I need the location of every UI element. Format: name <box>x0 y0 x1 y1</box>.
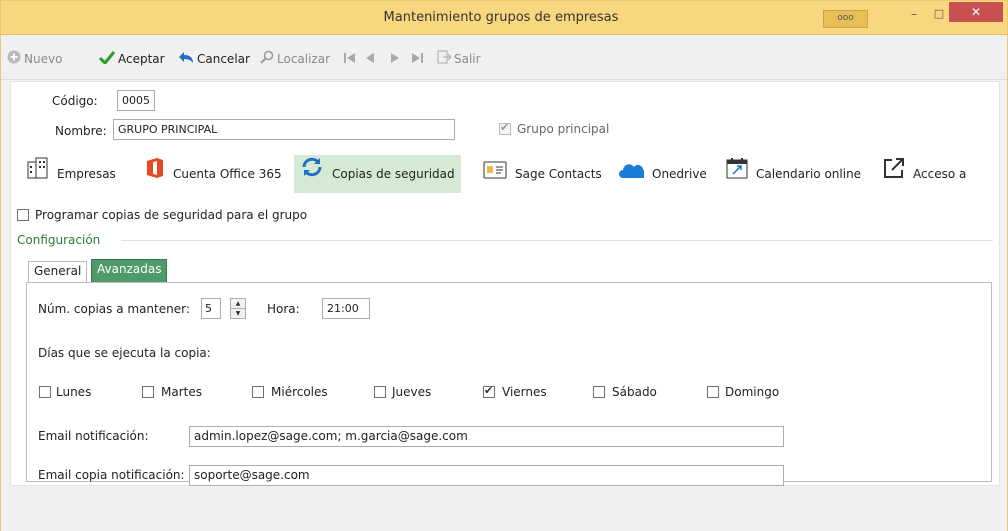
previous-icon <box>365 51 375 69</box>
nav-onedrive[interactable]: Onedrive <box>612 155 713 193</box>
form-area: Código: 0005 Nombre: GRUPO PRINCIPAL Gru… <box>10 81 1000 486</box>
calendar-icon <box>726 156 748 194</box>
day-lunes-checkbox[interactable] <box>39 386 51 398</box>
codigo-label: Código: <box>52 94 98 108</box>
configuracion-divider <box>121 240 993 241</box>
day-jueves-checkbox[interactable] <box>374 386 386 398</box>
cloud-icon <box>618 156 647 194</box>
day-jueves-label: Jueves <box>392 385 432 399</box>
nombre-label: Nombre: <box>55 124 107 138</box>
avanzadas-panel: Núm. copias a mantener: 5 ▲ ▼ Hora: 21:00… <box>26 282 992 486</box>
nav-cuenta-office-label: Cuenta Office 365 <box>173 167 282 181</box>
nav-copias-seguridad-label: Copias de seguridad <box>332 167 455 181</box>
day-domingo-checkbox[interactable] <box>707 386 719 398</box>
email-notificacion-input[interactable]: admin.lopez@sage.com; m.garcia@sage.com <box>189 426 784 447</box>
tab-general[interactable]: General <box>28 261 88 282</box>
plus-circle-icon <box>7 50 21 69</box>
aceptar-button[interactable]: Aceptar <box>98 50 165 69</box>
exit-icon <box>437 50 452 69</box>
num-copias-input[interactable]: 5 <box>201 298 221 319</box>
minimize-button[interactable]: – <box>904 7 924 21</box>
day-sabado-checkbox[interactable] <box>593 386 605 398</box>
salir-button[interactable]: Salir <box>437 50 481 68</box>
cancelar-label: Cancelar <box>197 52 250 66</box>
cancelar-button[interactable]: Cancelar <box>178 50 250 68</box>
office-icon <box>145 156 165 194</box>
nav-calendario[interactable]: Calendario online <box>720 155 867 193</box>
email-copia-input[interactable]: soporte@sage.com <box>189 465 784 486</box>
next-icon <box>390 51 400 69</box>
nuevo-label: Nuevo <box>24 52 63 66</box>
localizar-button[interactable]: Localizar <box>260 50 330 68</box>
nav-calendario-label: Calendario online <box>756 167 862 181</box>
nav-cuenta-office[interactable]: Cuenta Office 365 <box>139 155 288 193</box>
undo-arrow-icon <box>178 50 194 69</box>
day-miercoles-label: Miércoles <box>271 385 328 399</box>
configuracion-heading: Configuración <box>17 233 101 247</box>
nuevo-button[interactable]: Nuevo <box>7 50 62 68</box>
previous-record-button[interactable] <box>365 50 378 68</box>
aceptar-label: Aceptar <box>118 52 165 66</box>
stepper-down-icon[interactable]: ▼ <box>231 309 245 319</box>
day-sabado-label: Sábado <box>612 385 657 399</box>
nav-sage-contacts[interactable]: Sage Contacts <box>477 155 608 193</box>
day-martes-label: Martes <box>161 385 202 399</box>
num-copias-stepper[interactable]: ▲ ▼ <box>230 298 246 319</box>
programar-copias-label: Programar copias de seguridad para el gr… <box>35 208 308 222</box>
sync-icon <box>300 155 324 194</box>
day-viernes-checkbox[interactable] <box>483 384 495 398</box>
grupo-principal-checkbox[interactable] <box>499 121 511 135</box>
programar-copias-checkbox[interactable] <box>17 209 29 221</box>
app-window: Mantenimiento grupos de empresas ooo – □… <box>0 0 1008 531</box>
building-icon <box>27 156 49 194</box>
nombre-input[interactable]: GRUPO PRINCIPAL <box>113 119 455 140</box>
checkmark-icon <box>98 50 116 69</box>
day-miercoles-checkbox[interactable] <box>252 386 264 398</box>
email-copia-label: Email copia notificación: <box>38 468 185 482</box>
search-icon <box>260 50 274 69</box>
close-button[interactable]: ✕ <box>949 2 1003 22</box>
stepper-up-icon[interactable]: ▲ <box>231 299 245 309</box>
first-record-button[interactable] <box>344 50 359 68</box>
title-bar: Mantenimiento grupos de empresas ooo – □… <box>1 1 1007 35</box>
num-copias-label: Núm. copias a mantener: <box>38 302 190 316</box>
nav-copias-seguridad[interactable]: Copias de seguridad <box>294 155 461 193</box>
window-dots-button[interactable]: ooo <box>823 10 868 28</box>
maximize-button[interactable]: □ <box>929 7 949 21</box>
day-lunes-label: Lunes <box>56 385 92 399</box>
external-link-icon <box>883 156 905 194</box>
localizar-label: Localizar <box>277 52 331 66</box>
dias-label: Días que se ejecuta la copia: <box>38 346 211 360</box>
day-martes-checkbox[interactable] <box>142 386 154 398</box>
status-bar <box>1 487 1007 531</box>
nav-acceso[interactable]: Acceso a <box>877 155 972 193</box>
toolbar: Nuevo Aceptar Cancelar Localizar Salir <box>1 36 1007 80</box>
first-icon <box>344 51 356 69</box>
codigo-input[interactable]: 0005 <box>117 90 155 111</box>
nav-sage-contacts-label: Sage Contacts <box>515 167 602 181</box>
email-notificacion-label: Email notificación: <box>38 429 149 443</box>
contact-card-icon <box>483 156 507 194</box>
last-icon <box>411 51 423 69</box>
nav-onedrive-label: Onedrive <box>652 167 707 181</box>
last-record-button[interactable] <box>411 50 426 68</box>
nav-acceso-label: Acceso a <box>913 167 967 181</box>
grupo-principal-label: Grupo principal <box>517 122 610 136</box>
day-domingo-label: Domingo <box>725 385 780 399</box>
day-viernes-label: Viernes <box>502 385 547 399</box>
hora-input[interactable]: 21:00 <box>322 298 370 319</box>
tab-avanzadas[interactable]: Avanzadas <box>91 259 168 282</box>
salir-label: Salir <box>454 52 481 66</box>
nav-empresas[interactable]: Empresas <box>21 155 122 193</box>
next-record-button[interactable] <box>390 50 403 68</box>
hora-label: Hora: <box>267 302 300 316</box>
nav-empresas-label: Empresas <box>57 167 116 181</box>
